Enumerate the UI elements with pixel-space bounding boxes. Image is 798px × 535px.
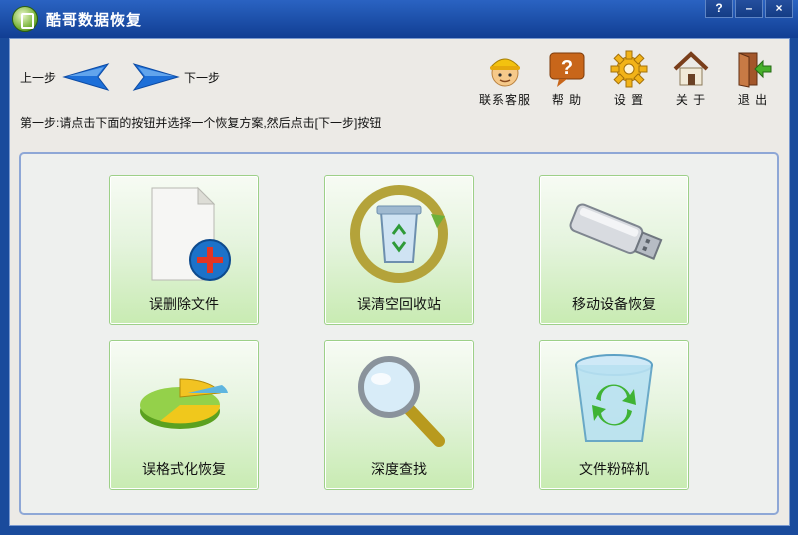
svg-text:?: ? [561,57,573,79]
option-mobile-device[interactable]: 移动设备恢复 [539,175,689,325]
close-button[interactable]: × [765,0,793,18]
option-file-shredder[interactable]: 文件粉碎机 [539,340,689,490]
next-step-button[interactable]: 下一步 [132,59,220,95]
exit-label: 退 出 [737,93,769,107]
prev-step-label: 上一步 [20,70,57,85]
contact-service-button[interactable]: 联系客服 [479,49,530,108]
settings-button[interactable]: 设 置 [607,49,651,108]
question-bubble-icon: ? [549,52,585,87]
exit-door-icon [738,52,772,88]
prev-step-button[interactable]: 上一步 [20,59,110,95]
about-label: 关 于 [675,93,707,107]
exit-button[interactable]: 退 出 [731,49,775,108]
option-label: 深度查找 [371,461,427,477]
help-button[interactable]: ? 帮 助 [545,49,589,108]
usb-drive-icon [569,203,663,260]
option-deep-search[interactable]: 深度查找 [324,340,474,490]
option-label: 移动设备恢复 [572,296,656,312]
contact-service-label: 联系客服 [479,93,532,107]
about-button[interactable]: 关 于 [669,49,713,108]
next-step-label: 下一步 [184,70,221,85]
help-window-button[interactable]: ? [705,0,733,18]
app-logo-icon [12,6,38,32]
pie-chart-icon [140,378,228,429]
option-label: 误删除文件 [149,296,219,312]
gear-icon [610,50,648,88]
shredder-bin-icon [575,354,653,442]
option-format-recovery[interactable]: 误格式化恢复 [109,340,259,490]
recovery-options-panel: 误删除文件 误清空回收站 移动设备恢复 误格式化恢复 深度查找 文件粉碎机 [19,152,779,515]
right-arrow-icon [132,63,180,91]
left-arrow-icon [62,63,110,91]
option-label: 文件粉碎机 [579,461,649,477]
magnifier-icon [358,356,445,447]
option-label: 误格式化恢复 [142,461,226,477]
step-instruction: 第一步:请点击下面的按钮并选择一个恢复方案,然后点击[下一步]按钮 [20,116,382,130]
help-label: 帮 助 [551,93,583,107]
minimize-button[interactable]: – [735,0,763,18]
app-window: 酷哥数据恢复 ? – × 上一步 下一步 联系客服 ? 帮 助 设 置 关 于 … [0,0,798,535]
home-icon [673,51,709,86]
service-worker-icon [489,58,521,87]
option-label: 误清空回收站 [357,296,441,312]
document-add-icon [151,186,231,281]
settings-label: 设 置 [613,93,645,107]
window-title: 酷哥数据恢复 [46,12,143,29]
toolbar: 联系客服 ? 帮 助 设 置 关 于 退 出 [479,49,775,108]
option-emptied-recycle-bin[interactable]: 误清空回收站 [324,175,474,325]
option-deleted-files[interactable]: 误删除文件 [109,175,259,325]
recycle-bin-restore-icon [350,185,448,283]
title-bar[interactable]: 酷哥数据恢复 ? – × [0,0,798,38]
client-area: 上一步 下一步 联系客服 ? 帮 助 设 置 关 于 退 出 第一步:请点击下面… [9,38,790,526]
